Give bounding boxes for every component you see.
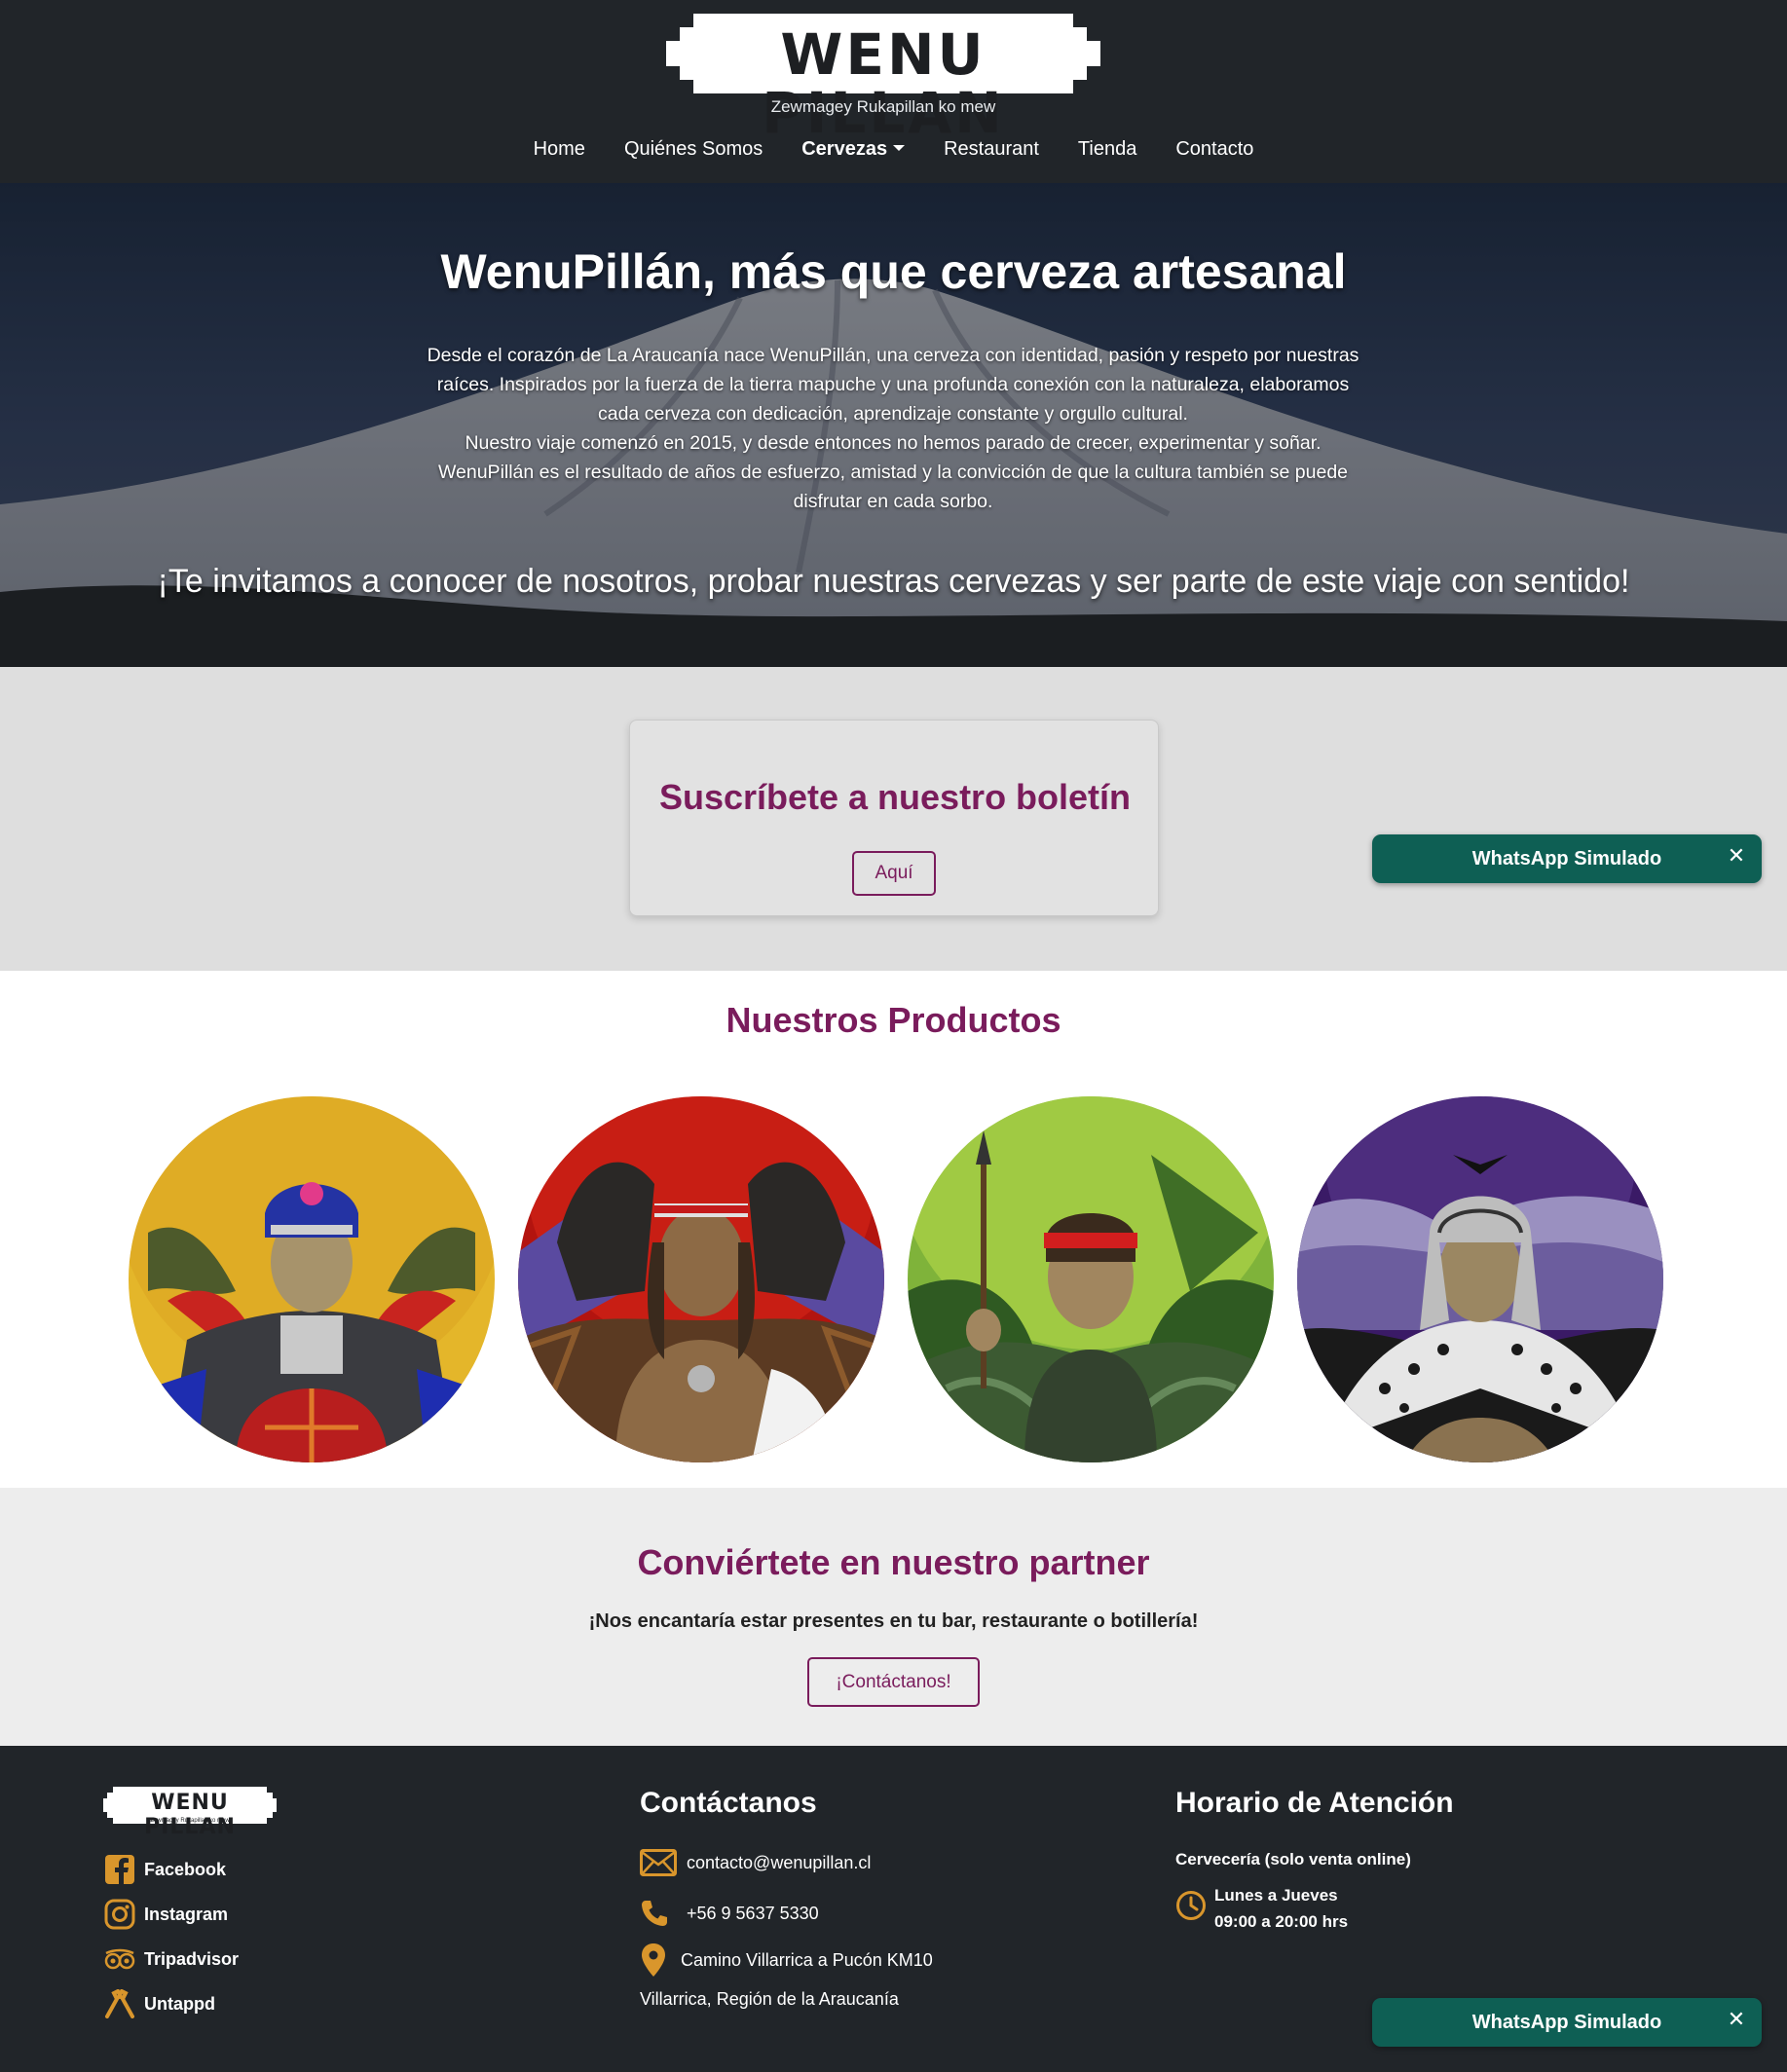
hours-days: Lunes a Jueves [1214, 1886, 1338, 1905]
nav-quienes-somos[interactable]: Quiénes Somos [624, 136, 763, 175]
social-label: Facebook [144, 1859, 227, 1879]
newsletter-title: Suscríbete a nuestro boletín [658, 777, 1132, 817]
footer-contact-title: Contáctanos [640, 1787, 817, 1819]
social-label: Untappd [144, 1993, 215, 2014]
products-title: Nuestros Productos [726, 1000, 1061, 1040]
hero-line: Nuestro viaje comenzó en 2015, y desde e… [465, 432, 1322, 454]
warrior-with-spear-illustration [908, 1096, 1274, 1462]
footer-brand-tagline: Zewmagey Rukapillan ko mew [150, 1818, 230, 1824]
newsletter-section: Suscríbete a nuestro boletín Aquí [0, 667, 1787, 971]
product-warrior-with-spear[interactable] [908, 1096, 1274, 1462]
instagram-icon [103, 1898, 136, 1931]
partner-contact-button[interactable]: ¡Contáctanos! [807, 1657, 980, 1707]
social-link-facebook[interactable]: Facebook [103, 1847, 239, 1892]
email-text: contacto@wenupillan.cl [687, 1852, 872, 1872]
hero-section: WenuPillán, más que cerveza artesanal De… [0, 183, 1787, 667]
brand-name: WENU PILLAN [762, 21, 1005, 146]
address-line-1: Camino Villarrica a Pucón KM10 [681, 1949, 933, 1970]
partner-section: Conviértete en nuestro partner ¡Nos enca… [0, 1488, 1787, 1746]
facebook-icon [103, 1853, 136, 1886]
hero-line: disfrutar en cada sorbo. [793, 491, 993, 512]
hero-invite: ¡Te invitamos a conocer de nosotros, pro… [157, 563, 1630, 600]
partner-subtitle: ¡Nos encantaría estar presentes en tu ba… [588, 1610, 1199, 1632]
map-pin-icon [640, 1943, 673, 1977]
woman-with-headdress-illustration [129, 1096, 495, 1462]
hero-title: WenuPillán, más que cerveza artesanal [440, 244, 1347, 299]
phone-text: +56 9 5637 5330 [687, 1903, 819, 1923]
footer-hours-title: Horario de Atención [1175, 1787, 1454, 1819]
social-label: Instagram [144, 1904, 229, 1924]
clock-icon [1175, 1890, 1207, 1921]
social-link-untappd[interactable]: Untappd [103, 1981, 239, 2026]
site-header: WENU PILLAN Zewmagey Rukapillan ko mew H… [0, 0, 1787, 183]
social-link-tripadvisor[interactable]: Tripadvisor [103, 1937, 239, 1981]
footer-brand-logo[interactable]: WENU PILLAN Zewmagey Rukapillan ko mew [103, 1787, 277, 1839]
hours-block: Lunes a Jueves 09:00 a 20:00 hrs [1175, 1882, 1348, 1935]
hero-description: Desde el corazón de La Araucanía nace We… [406, 341, 1380, 516]
main-nav: Home Quiénes Somos Cervezas Restaurant T… [0, 136, 1787, 175]
hours-text: Lunes a Jueves 09:00 a 20:00 hrs [1214, 1882, 1348, 1935]
whatsapp-label: WhatsApp Simulado [1471, 2012, 1662, 2033]
nav-cervezas-label: Cervezas [801, 138, 888, 160]
whatsapp-label: WhatsApp Simulado [1471, 848, 1662, 870]
products-section: Nuestros Productos [0, 971, 1787, 1488]
nav-home[interactable]: Home [534, 136, 585, 175]
close-icon[interactable]: ✕ [1725, 2008, 1748, 2031]
footer-brand-name: WENU PILLAN [144, 1791, 236, 1839]
social-label: Tripadvisor [144, 1948, 240, 1969]
hours-subtitle: Cervecería (solo venta online) [1175, 1850, 1411, 1868]
nav-tienda[interactable]: Tienda [1078, 136, 1136, 175]
brand-tagline: Zewmagey Rukapillan ko mew [770, 97, 996, 116]
footer-phone[interactable]: +56 9 5637 5330 [640, 1897, 819, 1930]
partner-title: Conviértete en nuestro partner [637, 1542, 1150, 1582]
elder-with-leopard-cape-illustration [1297, 1096, 1663, 1462]
nav-restaurant[interactable]: Restaurant [944, 136, 1039, 175]
close-icon[interactable]: ✕ [1725, 844, 1748, 868]
newsletter-subscribe-button[interactable]: Aquí [852, 851, 936, 896]
nav-contacto[interactable]: Contacto [1175, 136, 1253, 175]
hours-time: 09:00 a 20:00 hrs [1214, 1912, 1349, 1931]
tripadvisor-icon [103, 1942, 136, 1976]
product-warrior-with-horses[interactable] [518, 1096, 884, 1462]
newsletter-card: Suscríbete a nuestro boletín Aquí [629, 720, 1159, 916]
address-line-2: Villarrica, Región de la Araucanía [640, 1989, 899, 2009]
social-link-instagram[interactable]: Instagram [103, 1892, 239, 1937]
hero-line: cada cerveza con dedicación, aprendizaje… [598, 403, 1188, 425]
phone-icon [640, 1897, 679, 1930]
untappd-icon [103, 1987, 136, 2020]
nav-cervezas-dropdown[interactable]: Cervezas [801, 136, 906, 175]
hero-line: Desde el corazón de La Araucanía nace We… [427, 345, 1359, 366]
brand-logo[interactable]: WENU PILLAN Zewmagey Rukapillan ko mew [666, 14, 1100, 142]
whatsapp-widget-bottom[interactable]: WhatsApp Simulado ✕ [1372, 1998, 1762, 2047]
warrior-with-horses-illustration [518, 1096, 884, 1462]
product-woman-with-headdress[interactable] [129, 1096, 495, 1462]
footer-email[interactable]: contacto@wenupillan.cl [640, 1846, 871, 1879]
whatsapp-widget[interactable]: WhatsApp Simulado ✕ [1372, 834, 1762, 883]
envelope-icon [640, 1846, 679, 1879]
product-elder-with-leopard-cape[interactable] [1297, 1096, 1663, 1462]
hero-line: raíces. Inspirados por la fuerza de la t… [436, 374, 1350, 395]
hero-line: WenuPillán es el resultado de años de es… [437, 462, 1349, 483]
footer-address: Camino Villarrica a Pucón KM10 [640, 1943, 933, 1977]
caret-down-icon [893, 145, 906, 151]
footer-social-links: Facebook Instagram Tripadvisor Untappd [103, 1847, 239, 2026]
